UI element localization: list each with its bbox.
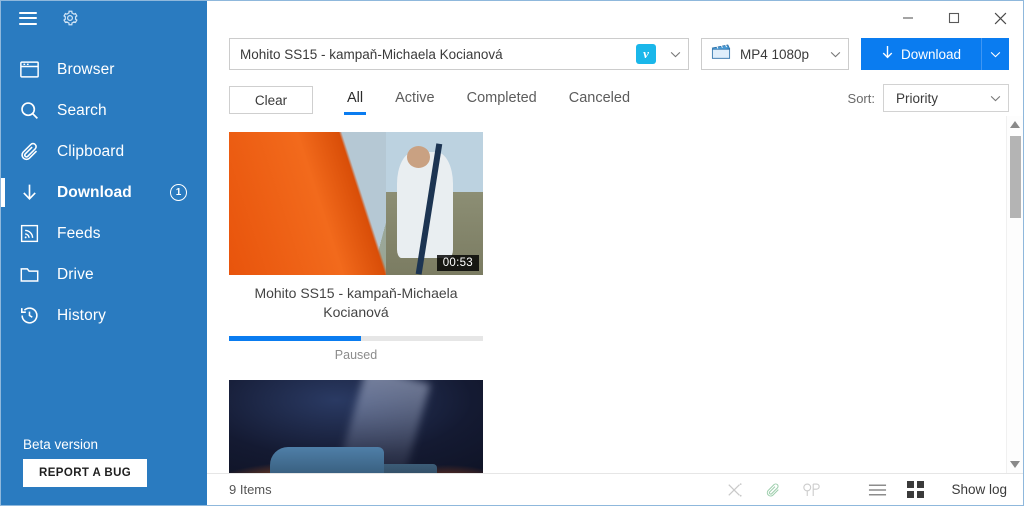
clipboard-icon: [15, 140, 43, 164]
url-input[interactable]: [230, 47, 636, 62]
close-button[interactable]: [977, 1, 1023, 35]
rss-icon: [15, 222, 43, 246]
grid-view-icon[interactable]: [905, 480, 925, 500]
sidebar-item-history[interactable]: History: [1, 295, 207, 336]
main-panel: v MP4 1080p: [207, 1, 1023, 505]
minimize-button[interactable]: [885, 1, 931, 35]
sort-control: Sort: Priority: [848, 84, 1009, 116]
duration-badge: 00:53: [437, 255, 479, 271]
download-status: Paused: [229, 348, 483, 362]
sidebar-item-label: Browser: [57, 61, 115, 79]
maximize-button[interactable]: [931, 1, 977, 35]
download-count-badge: 1: [170, 184, 187, 201]
format-value: MP4 1080p: [740, 47, 822, 62]
download-icon: [15, 181, 43, 205]
convert-icon[interactable]: [725, 480, 745, 500]
sidebar-item-feeds[interactable]: Feeds: [1, 213, 207, 254]
folder-icon: [15, 263, 43, 287]
sidebar-item-label: Search: [57, 102, 107, 120]
sidebar-header: [1, 1, 207, 35]
filter-bar: Clear All Active Completed Canceled Sort…: [207, 70, 1023, 116]
downloads-list: 00:53 Mohito SS15 - kampaň-Michaela Koci…: [207, 116, 1023, 473]
browser-icon: [15, 58, 43, 82]
sort-label: Sort:: [848, 91, 875, 106]
sidebar-item-label: Clipboard: [57, 143, 124, 161]
sidebar-item-label: Feeds: [57, 225, 101, 243]
status-bar-actions: [725, 480, 925, 500]
thumbnail-art-orange-sail-woman: [229, 132, 483, 275]
report-a-bug-button[interactable]: REPORT A BUG: [23, 459, 147, 487]
tab-active[interactable]: Active: [379, 86, 451, 115]
sidebar-item-browser[interactable]: Browser: [1, 49, 207, 90]
sort-value: Priority: [896, 91, 982, 106]
app-window: Browser Search Clipboard: [0, 0, 1024, 506]
sidebar-item-download[interactable]: Download 1: [1, 172, 207, 213]
vimeo-icon: v: [636, 44, 656, 64]
download-button-label: Download: [901, 47, 961, 62]
format-chevron-down-icon[interactable]: [822, 51, 848, 58]
sidebar-item-label: Download: [57, 184, 132, 202]
sidebar: Browser Search Clipboard: [1, 1, 207, 505]
status-bar: 9 Items: [207, 473, 1023, 505]
toolbar: v MP4 1080p: [207, 35, 1023, 70]
tab-canceled[interactable]: Canceled: [553, 86, 646, 115]
items-count-label: 9 Items: [229, 482, 272, 497]
sidebar-item-clipboard[interactable]: Clipboard: [1, 131, 207, 172]
sidebar-item-label: Drive: [57, 266, 94, 284]
progress-bar: [229, 336, 483, 341]
search-icon: [15, 99, 43, 123]
url-bar[interactable]: v: [229, 38, 689, 70]
url-dropdown-chevron-down-icon[interactable]: [662, 51, 688, 58]
vertical-scrollbar[interactable]: [1006, 116, 1023, 473]
sidebar-item-label: History: [57, 307, 106, 325]
history-icon: [15, 304, 43, 328]
thumbnail[interactable]: 04:18: [229, 380, 483, 473]
download-title: Mohito SS15 - kampaň-Michaela Kocianová: [229, 284, 483, 322]
download-arrow-icon: [881, 45, 894, 63]
scrollbar-thumb[interactable]: [1010, 136, 1021, 218]
scroll-down-triangle-down-icon[interactable]: [1007, 456, 1023, 473]
title-bar: [207, 1, 1023, 35]
tab-completed[interactable]: Completed: [451, 86, 553, 115]
format-selector[interactable]: MP4 1080p: [701, 38, 849, 70]
tab-all[interactable]: All: [331, 86, 379, 115]
show-log-button[interactable]: Show log: [951, 482, 1007, 497]
sort-chevron-down-icon[interactable]: [982, 95, 1008, 102]
sidebar-footer: Beta version REPORT A BUG: [1, 437, 207, 505]
download-split-chevron-down-icon[interactable]: [981, 38, 1009, 70]
download-button-main[interactable]: Download: [861, 38, 981, 70]
download-card[interactable]: 00:53 Mohito SS15 - kampaň-Michaela Koci…: [229, 132, 483, 362]
downloads-grid: 00:53 Mohito SS15 - kampaň-Michaela Koci…: [207, 132, 752, 473]
gear-icon[interactable]: [57, 5, 83, 31]
beta-version-label: Beta version: [23, 437, 207, 452]
download-button[interactable]: Download: [861, 38, 1009, 70]
download-card[interactable]: 04:18 Landscapes Volume 4K (UHD) Paused: [229, 380, 483, 473]
clip-icon[interactable]: [763, 480, 783, 500]
clear-button[interactable]: Clear: [229, 86, 313, 114]
sidebar-item-drive[interactable]: Drive: [1, 254, 207, 295]
thumbnail-art-train-milky-way: [229, 380, 483, 473]
thumbnail[interactable]: 00:53: [229, 132, 483, 275]
sort-select[interactable]: Priority: [883, 84, 1009, 112]
sidebar-item-search[interactable]: Search: [1, 90, 207, 131]
video-file-icon: [711, 43, 731, 65]
scroll-up-triangle-up-icon[interactable]: [1007, 116, 1023, 133]
subtitle-icon[interactable]: [801, 480, 821, 500]
hamburger-icon[interactable]: [15, 5, 41, 31]
sidebar-nav: Browser Search Clipboard: [1, 49, 207, 336]
list-view-icon[interactable]: [867, 480, 887, 500]
